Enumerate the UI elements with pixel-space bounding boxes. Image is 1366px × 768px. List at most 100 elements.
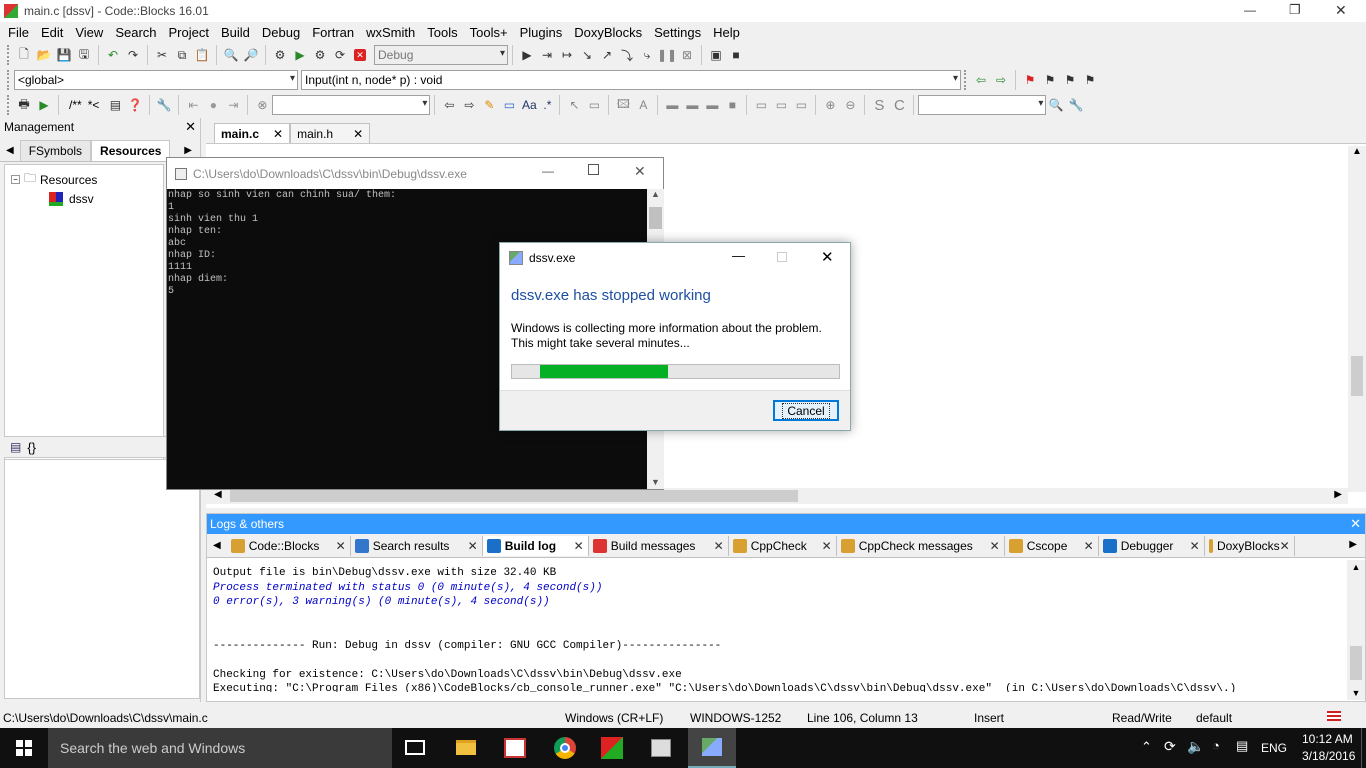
- clock-date[interactable]: 3/18/2016: [1302, 749, 1355, 763]
- scroll-down-icon[interactable]: ▼: [647, 477, 664, 487]
- match-case-icon[interactable]: Aa: [519, 95, 539, 115]
- scroll-right-icon[interactable]: ▶: [1334, 489, 1342, 500]
- debug-windows-icon[interactable]: ▣: [706, 45, 726, 65]
- menu-settings[interactable]: Settings: [654, 25, 701, 40]
- close-tab-icon[interactable]: ✕: [468, 539, 478, 553]
- block-comment-button[interactable]: /**: [69, 98, 82, 112]
- console-minimize-button[interactable]: —: [542, 164, 554, 178]
- sync-icon[interactable]: ⟳: [1164, 738, 1176, 755]
- nav-back-icon[interactable]: ⇤: [183, 95, 203, 115]
- config-wrench-icon[interactable]: 🔧: [154, 95, 174, 115]
- scroll-thumb[interactable]: [1351, 356, 1363, 396]
- close-tab-icon[interactable]: ✕: [353, 127, 363, 141]
- widget-image-icon[interactable]: 🖾: [613, 95, 633, 115]
- log-tab-build-log[interactable]: Build log ✕: [482, 535, 589, 556]
- step-out-icon[interactable]: ↗: [597, 45, 617, 65]
- rebuild-icon[interactable]: ⟳: [330, 45, 350, 65]
- symbol-find-icon[interactable]: 🔍: [1046, 95, 1066, 115]
- line-comment-button[interactable]: *<: [88, 98, 100, 112]
- next-line-icon[interactable]: ↦: [557, 45, 577, 65]
- run-to-cursor-icon[interactable]: ⇥: [537, 45, 557, 65]
- function-select[interactable]: Input(int n, node* p) : void ▾: [301, 70, 961, 90]
- menu-tools-[interactable]: Tools+: [470, 25, 508, 40]
- close-tab-icon[interactable]: ✕: [1190, 539, 1200, 553]
- clock-time[interactable]: 10:12 AM: [1302, 732, 1353, 746]
- tab-scroll-right-icon[interactable]: ▶: [1349, 539, 1357, 550]
- search-prev-icon[interactable]: ⇦: [439, 95, 459, 115]
- widget-frame-icon[interactable]: ▭: [584, 95, 604, 115]
- menu-search[interactable]: Search: [115, 25, 156, 40]
- bookmark-next-icon[interactable]: ⚑: [1060, 70, 1080, 90]
- menu-doxyblocks[interactable]: DoxyBlocks: [574, 25, 642, 40]
- close-tab-icon[interactable]: ✕: [1084, 539, 1094, 553]
- close-tab-icon[interactable]: ✕: [273, 127, 283, 141]
- menu-plugins[interactable]: Plugins: [520, 25, 563, 40]
- tree-child[interactable]: dssv: [49, 192, 163, 206]
- scroll-up-icon[interactable]: ▲: [1347, 562, 1365, 572]
- jump-forward-icon[interactable]: ⇨: [991, 70, 1011, 90]
- close-tab-icon[interactable]: ✕: [336, 539, 346, 553]
- build-target-select[interactable]: Debug ▾: [374, 45, 508, 65]
- widget-bar3-icon[interactable]: ▬: [702, 95, 722, 115]
- menu-file[interactable]: File: [8, 25, 29, 40]
- editor-hscroll[interactable]: ◀ ▶: [206, 488, 1348, 504]
- console-scroll-thumb[interactable]: [649, 207, 662, 229]
- save-icon[interactable]: 💾: [54, 45, 74, 65]
- chrome-icon[interactable]: [554, 737, 576, 759]
- redo-icon[interactable]: ↷: [123, 45, 143, 65]
- window-taskbar-icon[interactable]: [651, 739, 671, 757]
- replace-icon[interactable]: 🔎: [241, 45, 261, 65]
- jump-back-icon[interactable]: ⇦: [971, 70, 991, 90]
- paste-icon[interactable]: 📋: [192, 45, 212, 65]
- new-file-icon[interactable]: 🗋: [14, 45, 34, 65]
- editor-vscroll[interactable]: ▲: [1348, 146, 1366, 492]
- open-icon[interactable]: 📂: [34, 45, 54, 65]
- clear-search-icon[interactable]: ⊗: [252, 95, 272, 115]
- dialog-minimize-button[interactable]: —: [732, 248, 745, 263]
- maximize-button[interactable]: ❐: [1289, 2, 1301, 18]
- close-tab-icon[interactable]: ✕: [1280, 539, 1290, 553]
- doxy-extract-icon[interactable]: 🖶: [14, 95, 34, 115]
- events-braces-icon[interactable]: {}: [27, 440, 36, 455]
- next-instruction-icon[interactable]: ⤵: [617, 45, 637, 65]
- app-tile-icon[interactable]: [504, 738, 526, 758]
- abort-icon[interactable]: ✕: [350, 45, 370, 65]
- tab-main-c[interactable]: main.c ✕: [214, 123, 291, 143]
- doxy-html-icon[interactable]: ▤: [105, 95, 125, 115]
- log-tab-doxyblocks[interactable]: DoxyBlocks ✕: [1204, 535, 1295, 556]
- step-into-icon[interactable]: ↘: [577, 45, 597, 65]
- volume-icon[interactable]: 🔈: [1187, 738, 1204, 755]
- widget-box2-icon[interactable]: ▭: [771, 95, 791, 115]
- management-close-icon[interactable]: ✕: [185, 119, 196, 135]
- tab-main-h[interactable]: main.h ✕: [290, 123, 371, 143]
- menu-debug[interactable]: Debug: [262, 25, 300, 40]
- properties-list-icon[interactable]: ▤: [10, 440, 21, 454]
- symbol-c-icon[interactable]: C: [889, 95, 909, 115]
- menu-wxsmith[interactable]: wxSmith: [366, 25, 415, 40]
- build-gear-icon[interactable]: ⚙: [270, 45, 290, 65]
- settings-wrench-icon[interactable]: 🔧: [1066, 95, 1086, 115]
- log-tab-code-blocks[interactable]: Code::Blocks ✕: [226, 535, 351, 556]
- log-tab-cppcheck-messages[interactable]: CppCheck messages ✕: [836, 535, 1005, 556]
- tab-scroll-left-icon[interactable]: ◀: [6, 145, 14, 156]
- cancel-button[interactable]: Cancel: [773, 400, 839, 421]
- bookmark-toggle-icon[interactable]: ⚑: [1020, 70, 1040, 90]
- pause-icon[interactable]: ❚❚: [657, 45, 677, 65]
- console-close-button[interactable]: ✕: [634, 163, 646, 180]
- scroll-left-icon[interactable]: ◀: [214, 489, 222, 500]
- doxy-chm-icon[interactable]: ❓: [125, 95, 145, 115]
- show-desktop-button[interactable]: [1361, 728, 1366, 768]
- widget-static-icon[interactable]: A: [633, 95, 653, 115]
- step-instruction-icon[interactable]: ⤷: [637, 45, 657, 65]
- close-tab-icon[interactable]: ✕: [822, 539, 832, 553]
- minimize-button[interactable]: —: [1244, 3, 1256, 17]
- cut-icon[interactable]: ✂: [152, 45, 172, 65]
- incremental-search-input[interactable]: ▾: [272, 95, 431, 115]
- nav-dot-icon[interactable]: ●: [203, 95, 223, 115]
- debug-continue-icon[interactable]: ▶: [517, 45, 537, 65]
- close-tab-icon[interactable]: ✕: [714, 539, 724, 553]
- undo-icon[interactable]: ↶: [103, 45, 123, 65]
- logs-close-icon[interactable]: ✕: [1350, 516, 1361, 532]
- scope-select[interactable]: <global> ▾: [14, 70, 298, 90]
- dssv-taskbar-icon[interactable]: [688, 728, 736, 768]
